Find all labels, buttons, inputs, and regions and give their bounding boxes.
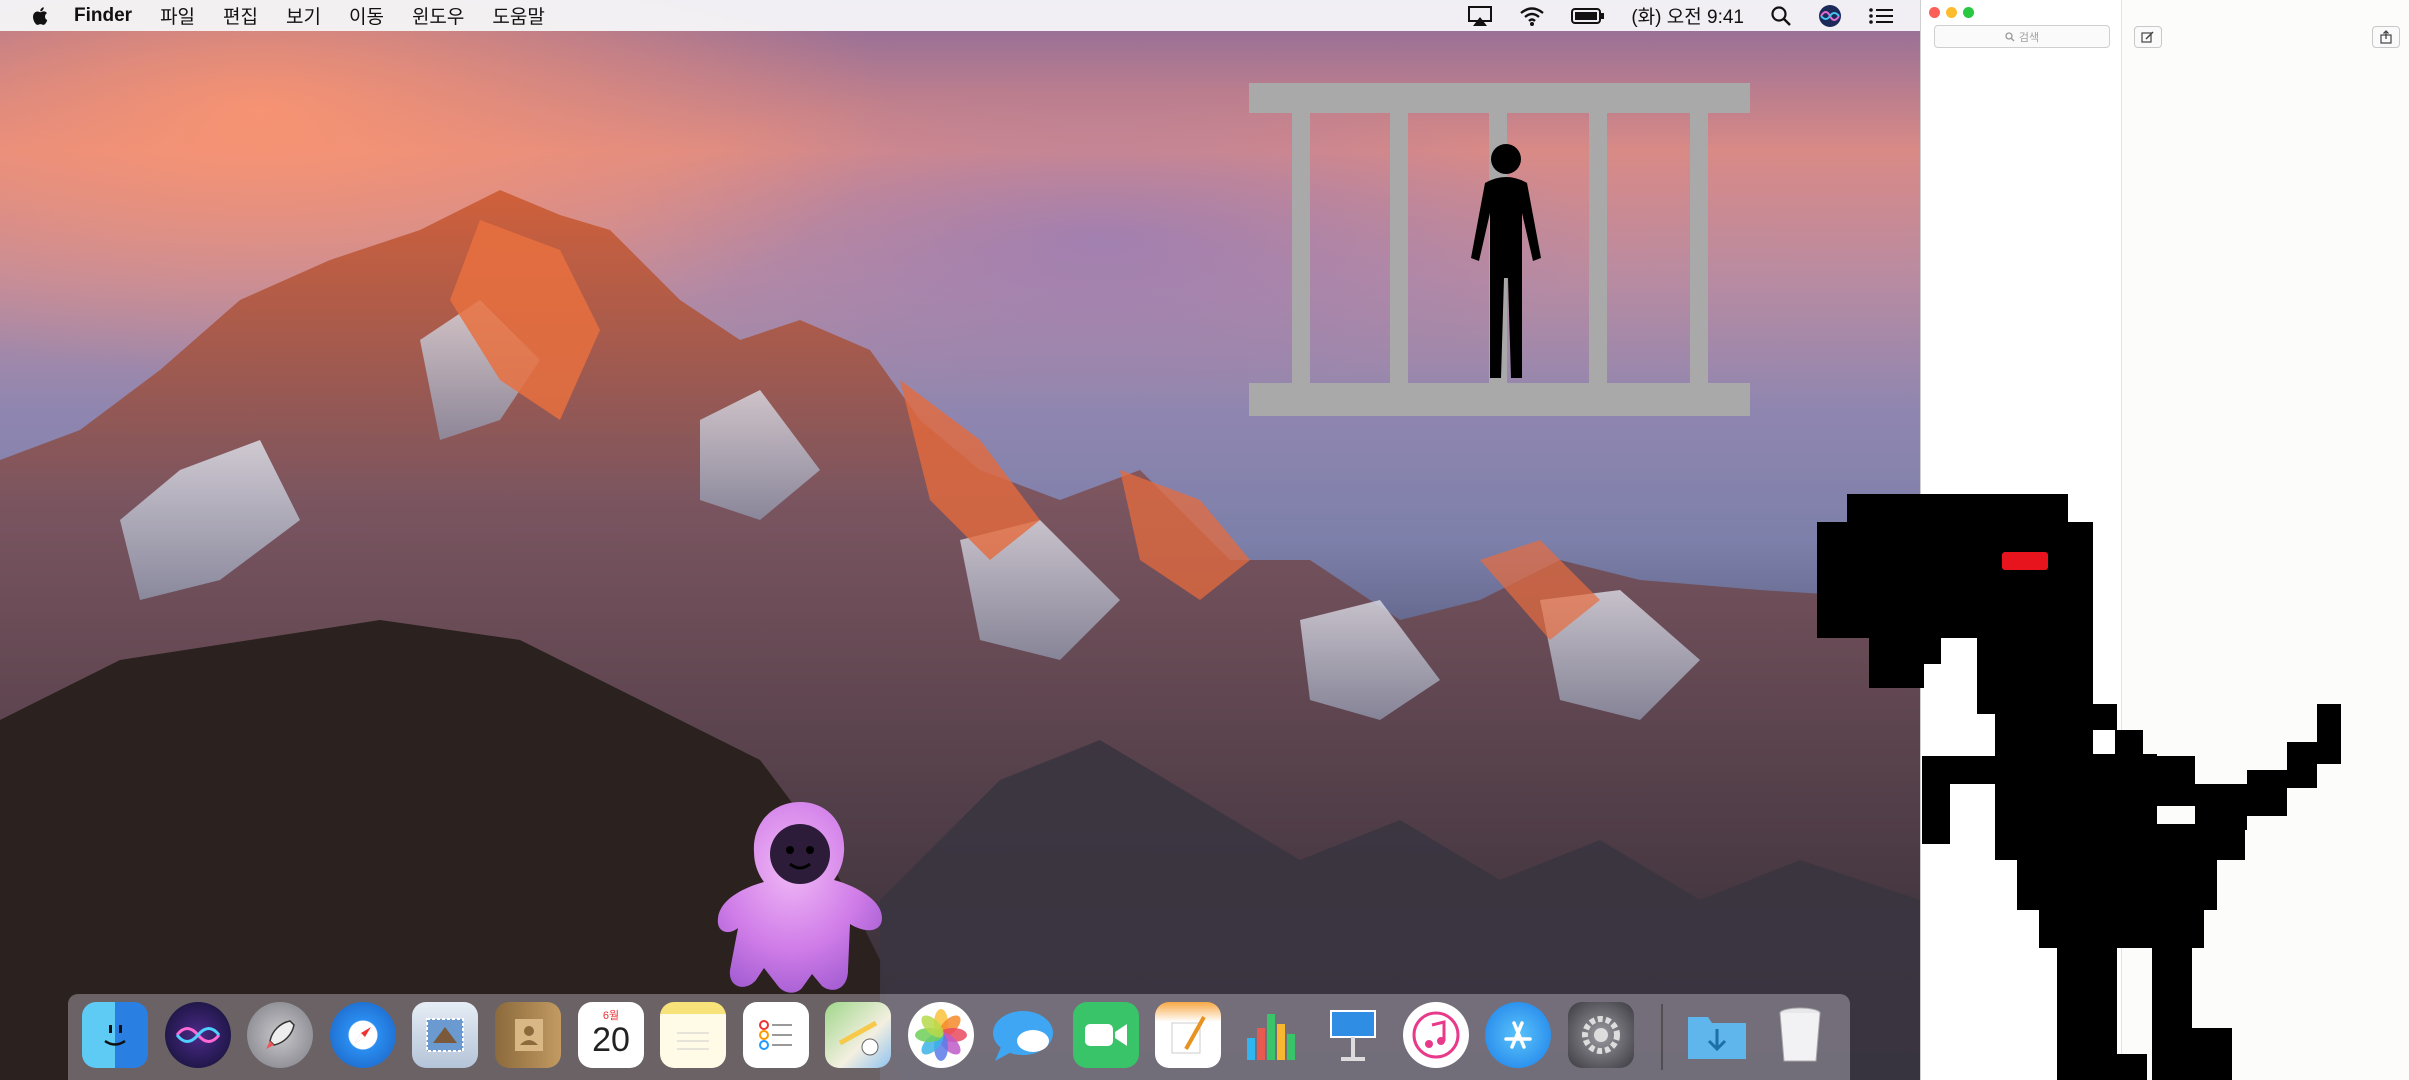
menu-bar-left: Finder 파일 편집 보기 이동 윈도우 도움말 [0, 0, 573, 31]
speech-bubbles-icon [993, 1011, 1053, 1061]
checklist-icon [759, 1020, 792, 1050]
dock-launchpad-icon[interactable] [247, 1002, 313, 1068]
compass-icon [355, 1027, 371, 1043]
menu-help[interactable]: 도움말 [492, 2, 544, 29]
dock-messages-icon[interactable] [990, 1002, 1056, 1068]
dock-facetime-icon[interactable] [1073, 1002, 1139, 1068]
finder-face-icon [104, 1025, 126, 1046]
notes-search-field[interactable]: 검색 [1934, 25, 2110, 48]
dock-app-store-icon[interactable] [1485, 1002, 1551, 1068]
folder-download-icon [1688, 1017, 1746, 1059]
map-pin-icon [838, 1020, 879, 1056]
dock-keynote-icon[interactable] [1320, 1002, 1386, 1068]
menu-bar-status: (화) 오전 9:41 [1467, 0, 1920, 31]
dock-downloads-folder-icon[interactable] [1684, 1002, 1750, 1068]
search-placeholder: 검색 [2018, 31, 2040, 44]
menu-bar-clock[interactable]: (화) 오전 9:41 [1631, 2, 1744, 29]
cage-with-person-image [1249, 83, 1750, 416]
notepad-lines-icon [677, 1032, 709, 1050]
address-book-icon [515, 1019, 543, 1051]
pixel-dinosaur-image [1817, 494, 2341, 1080]
dock-photos-icon[interactable] [908, 1002, 974, 1068]
video-camera-icon [1085, 1024, 1127, 1046]
apple-logo-icon[interactable] [30, 5, 52, 27]
dock-finder-icon[interactable] [82, 1002, 148, 1068]
dock-safari-icon[interactable] [330, 1002, 396, 1068]
minimize-window-button[interactable] [1946, 7, 1957, 18]
dock: 6월 20 [68, 994, 1850, 1080]
dock-system-preferences-icon[interactable] [1568, 1002, 1634, 1068]
dock-maps-icon[interactable] [825, 1002, 891, 1068]
gear-icon [1582, 1016, 1620, 1054]
compose-icon [2141, 31, 2154, 43]
spotlight-search-icon[interactable] [1770, 5, 1792, 27]
share-button[interactable] [2372, 26, 2400, 48]
bar-chart-icon [1247, 1014, 1295, 1060]
dock-contacts-icon[interactable] [495, 1002, 561, 1068]
podium-icon [1330, 1010, 1376, 1061]
pen-on-paper-icon [1171, 1016, 1206, 1054]
dock-itunes-icon[interactable] [1403, 1002, 1469, 1068]
zoom-window-button[interactable] [1963, 7, 1974, 18]
menu-edit[interactable]: 편집 [223, 2, 258, 29]
share-icon [2380, 30, 2392, 44]
photos-flower-icon [915, 1009, 967, 1061]
siri-wave-icon [175, 1027, 221, 1043]
menu-view[interactable]: 보기 [286, 2, 321, 29]
dock-siri-icon[interactable] [165, 1002, 231, 1068]
app-name-menu[interactable]: Finder [74, 5, 132, 27]
wifi-icon[interactable] [1519, 5, 1545, 27]
dock-separator [1661, 1004, 1663, 1070]
music-note-icon [1412, 1011, 1460, 1059]
menu-file[interactable]: 파일 [160, 2, 195, 29]
dock-numbers-icon[interactable] [1238, 1002, 1304, 1068]
search-icon [2005, 31, 2015, 41]
siri-icon[interactable] [1818, 4, 1842, 28]
rocket-icon [266, 1020, 295, 1049]
airplay-icon[interactable] [1467, 5, 1493, 27]
stamp-eagle-icon [426, 1018, 464, 1052]
dock-notes-icon[interactable] [660, 1002, 726, 1068]
new-note-button[interactable] [2134, 26, 2162, 48]
menu-window[interactable]: 윈도우 [412, 2, 464, 29]
dock-reminders-icon[interactable] [743, 1002, 809, 1068]
menu-bar: Finder 파일 편집 보기 이동 윈도우 도움말 (화) 오전 9:41 [0, 0, 1920, 31]
dock-trash-icon[interactable] [1767, 1002, 1833, 1068]
battery-icon[interactable] [1571, 7, 1605, 25]
app-store-a-icon [1504, 1021, 1532, 1049]
close-window-button[interactable] [1929, 7, 1940, 18]
calendar-day-label: 20 [592, 1021, 630, 1059]
dock-pages-icon[interactable] [1155, 1002, 1221, 1068]
dock-calendar-icon[interactable]: 6월 20 [578, 1002, 644, 1068]
purple-creature-image [717, 802, 882, 993]
notification-center-icon[interactable] [1868, 6, 1894, 26]
dock-mail-icon[interactable] [412, 1002, 478, 1068]
trash-can-icon [1779, 1007, 1821, 1062]
menu-go[interactable]: 이동 [349, 2, 384, 29]
